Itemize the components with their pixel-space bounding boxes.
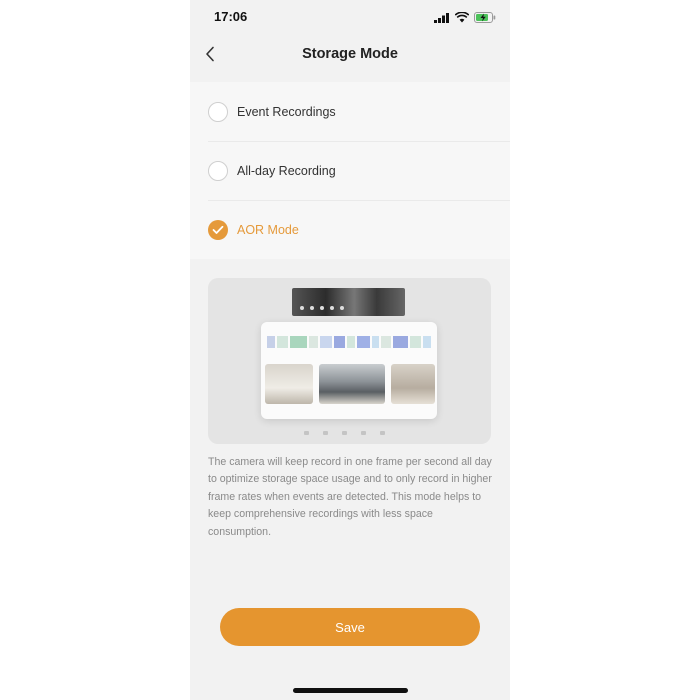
battery-charging-icon: [474, 10, 496, 28]
save-button[interactable]: Save: [220, 608, 480, 646]
option-label: Event Recordings: [237, 104, 336, 119]
phone-screen: 17:06 Storage Mode Event Recordings All-…: [190, 0, 510, 700]
navigation-bar: Storage Mode: [190, 34, 510, 78]
option-label: AOR Mode: [237, 222, 299, 237]
radio-unchecked-icon[interactable]: [208, 101, 228, 122]
cellular-signal-icon: [434, 10, 450, 28]
control-icons: [304, 431, 385, 435]
option-label: All-day Recording: [237, 163, 336, 178]
storage-mode-options: Event Recordings All-day Recording AOR M…: [190, 82, 510, 259]
radio-unchecked-icon[interactable]: [208, 160, 228, 181]
thumbnail-image: [265, 364, 313, 404]
recording-timeline: [267, 336, 431, 348]
option-all-day-recording[interactable]: All-day Recording: [190, 141, 510, 200]
thumbnail-image: [319, 364, 385, 404]
status-bar: 17:06: [190, 0, 510, 34]
option-event-recordings[interactable]: Event Recordings: [190, 82, 510, 141]
option-aor-mode[interactable]: AOR Mode: [190, 200, 510, 259]
recording-timeline-card: [261, 322, 437, 419]
camera-preview-strip: [292, 288, 405, 316]
radio-checked-icon[interactable]: [208, 219, 228, 240]
aor-mode-illustration: [208, 278, 491, 444]
page-title: Storage Mode: [302, 46, 398, 62]
status-icons: [434, 10, 496, 28]
thumbnail-image: [391, 364, 435, 404]
mode-description: The camera will keep record in one frame…: [208, 456, 492, 538]
home-indicator: [293, 688, 408, 693]
recording-thumbnails: [263, 364, 435, 404]
status-time: 17:06: [214, 9, 248, 24]
wifi-icon: [454, 10, 470, 28]
